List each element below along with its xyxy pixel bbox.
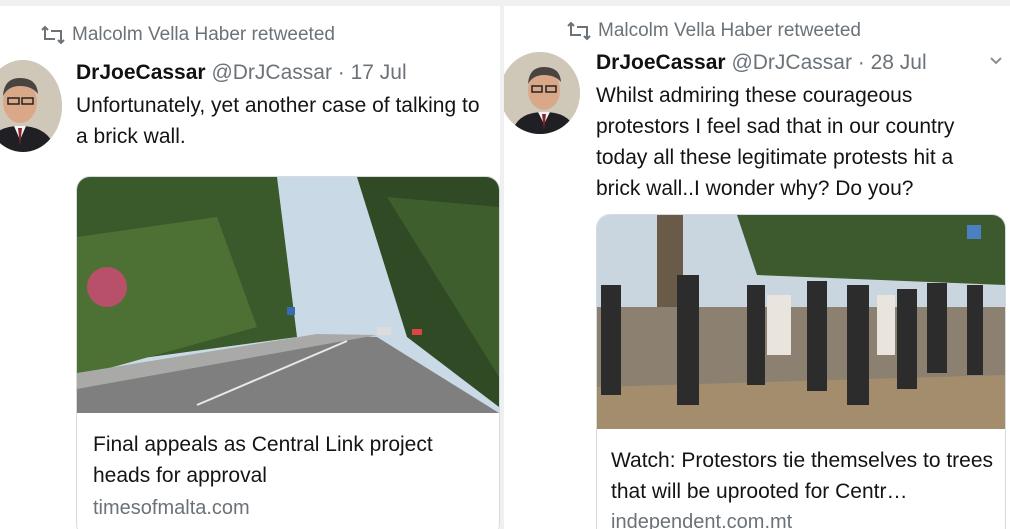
tweet-2[interactable]: Malcolm Vella Haber retweeted DrJoeCassa… xyxy=(504,0,1010,529)
tweet-header: DrJoeCassar @DrJCassar · 28 Jul xyxy=(596,51,927,75)
card-image xyxy=(597,215,1005,429)
retweet-context: Malcolm Vella Haber retweeted xyxy=(564,20,861,42)
avatar[interactable] xyxy=(0,60,62,152)
tweet-header: DrJoeCassar @DrJCassar · 17 Jul xyxy=(76,61,407,85)
author-handle-date[interactable]: @DrJCassar · 17 Jul xyxy=(211,61,406,84)
card-domain: timesofmalta.com xyxy=(93,497,250,519)
chevron-down-icon[interactable] xyxy=(988,52,1004,73)
author-name[interactable]: DrJoeCassar xyxy=(76,61,206,84)
card-title: Watch: Protestors tie themselves to tree… xyxy=(611,449,994,503)
retweet-label: Malcolm Vella Haber retweeted xyxy=(598,20,861,41)
retweet-icon xyxy=(564,20,598,42)
tweet-text: Whilst admiring these courageous protest… xyxy=(596,84,955,200)
tweet-1[interactable]: Malcolm Vella Haber retweeted DrJoeCassa… xyxy=(0,0,500,529)
retweet-context: Malcolm Vella Haber retweeted xyxy=(38,24,335,46)
retweet-icon xyxy=(38,24,72,46)
avatar[interactable] xyxy=(504,52,580,134)
author-name[interactable]: DrJoeCassar xyxy=(596,51,726,74)
link-card[interactable]: Watch: Protestors tie themselves to tree… xyxy=(596,214,1006,529)
author-handle-date[interactable]: @DrJCassar · 28 Jul xyxy=(731,51,926,74)
tweet-text: Unfortunately, yet another case of talki… xyxy=(76,94,480,148)
card-image xyxy=(77,177,499,413)
link-card[interactable]: Final appeals as Central Link project he… xyxy=(76,176,500,529)
card-domain: independent.com.mt xyxy=(611,511,793,529)
card-title: Final appeals as Central Link project he… xyxy=(93,433,433,487)
retweet-label: Malcolm Vella Haber retweeted xyxy=(72,24,335,45)
